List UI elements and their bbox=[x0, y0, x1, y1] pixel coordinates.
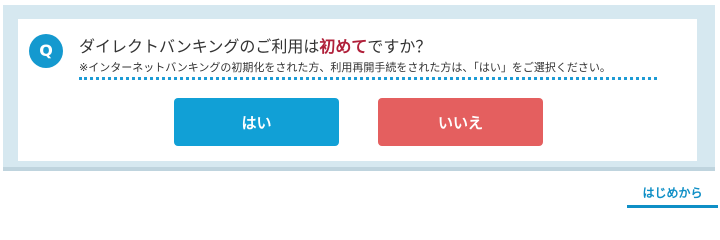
question-text: ダイレクトバンキングのご利用は初めてですか？ bbox=[79, 33, 431, 57]
question-suffix: ですか？ bbox=[367, 37, 432, 56]
question-highlight: 初めて bbox=[319, 37, 368, 56]
note-text: ※インターネットバンキングの初期化をされた方、利用再開手続をされた方は、「はい」… bbox=[79, 61, 611, 74]
yes-button[interactable]: はい bbox=[174, 98, 339, 146]
dotted-divider bbox=[79, 77, 657, 80]
question-badge: Q bbox=[29, 34, 63, 68]
no-button[interactable]: いいえ bbox=[378, 98, 543, 146]
start-over-link[interactable]: はじめから bbox=[627, 180, 718, 208]
page: Q ダイレクトバンキングのご利用は初めてですか？ ※インターネットバンキングの初… bbox=[0, 0, 720, 213]
question-prefix: ダイレクトバンキングのご利用は bbox=[79, 37, 320, 56]
